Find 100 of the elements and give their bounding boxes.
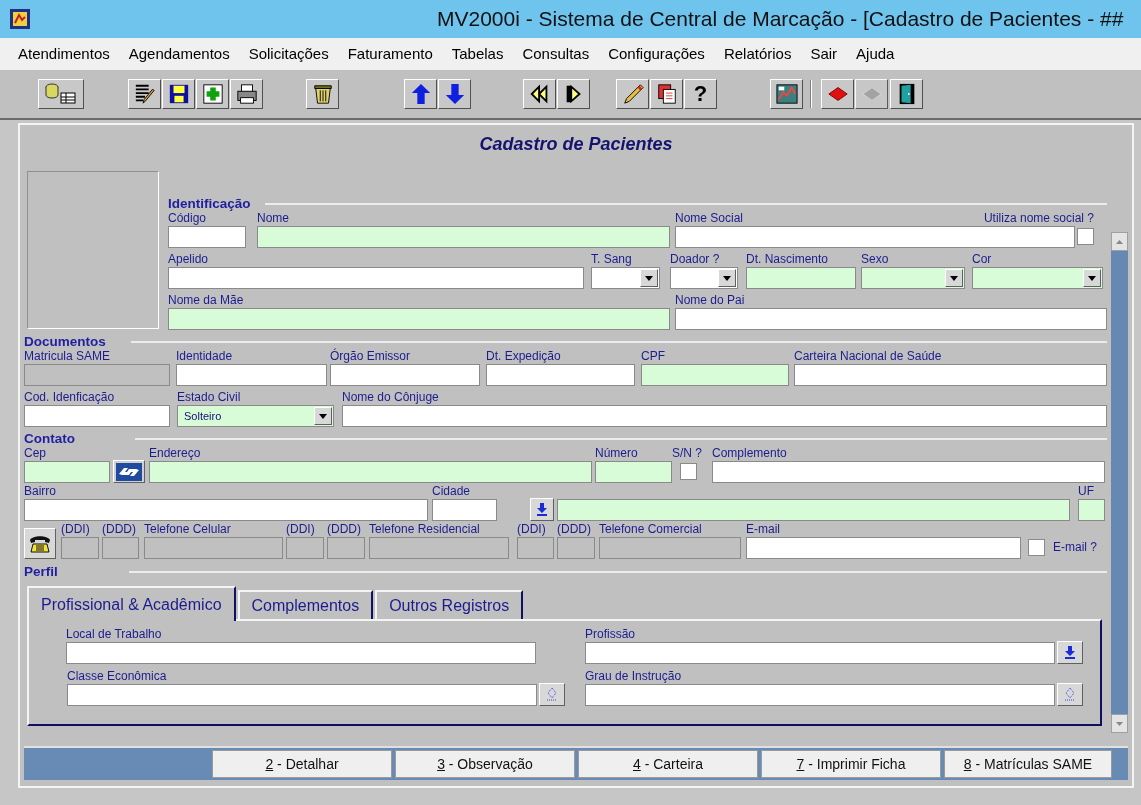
checkbox[interactable] xyxy=(1028,538,1045,556)
input-field[interactable] xyxy=(712,461,1105,483)
input-field[interactable] xyxy=(144,537,283,559)
input-field[interactable] xyxy=(327,537,365,559)
dropdown[interactable] xyxy=(591,267,660,289)
menu-item[interactable]: Faturamento xyxy=(341,42,439,66)
input-field[interactable] xyxy=(517,537,554,559)
input-field[interactable] xyxy=(61,537,99,559)
input-field[interactable] xyxy=(24,499,428,521)
field-label: Código xyxy=(168,211,207,226)
arrow-up-button[interactable] xyxy=(404,79,437,109)
input-field[interactable] xyxy=(432,499,497,521)
tab[interactable]: Outros Registros xyxy=(375,590,524,619)
input-field[interactable] xyxy=(257,226,670,248)
field-label: (DDI) xyxy=(61,522,90,537)
field-label: Telefone Residencial xyxy=(369,522,480,537)
scroll-down-button[interactable] xyxy=(1111,714,1128,733)
input-field[interactable] xyxy=(168,308,670,330)
input-field[interactable] xyxy=(342,405,1107,427)
lookup-button[interactable] xyxy=(1057,641,1083,664)
field-label: Dt. Nascimento xyxy=(746,252,829,267)
diamond-icon xyxy=(1065,688,1075,701)
add-button[interactable] xyxy=(196,79,229,109)
field-label: Cep xyxy=(24,446,46,461)
input-field[interactable] xyxy=(599,537,741,559)
menu-item[interactable]: Ajuda xyxy=(850,42,901,66)
caret-icon xyxy=(1088,275,1096,281)
input-field[interactable] xyxy=(675,226,1075,248)
pencil-icon xyxy=(621,83,644,105)
tab[interactable]: Profissional & Acadêmico xyxy=(27,586,236,621)
pencil-button[interactable] xyxy=(616,79,649,109)
menu-item[interactable]: Sair xyxy=(804,42,844,66)
action-button[interactable]: 2 - Detalhar xyxy=(212,750,392,778)
menu-item[interactable]: Tabelas xyxy=(445,42,510,66)
menu-item[interactable]: Relatórios xyxy=(717,42,798,66)
input-field[interactable] xyxy=(24,405,170,427)
down-arrow-icon xyxy=(1064,646,1076,659)
menu-item[interactable]: Configurações xyxy=(602,42,711,66)
action-button[interactable]: 7 - Imprimir Ficha xyxy=(761,750,941,778)
input-field[interactable] xyxy=(746,537,1021,559)
input-field[interactable] xyxy=(675,308,1107,330)
dropdown[interactable] xyxy=(861,267,965,289)
list-button[interactable] xyxy=(539,683,565,706)
menu-item[interactable]: Solicitações xyxy=(242,42,335,66)
copy-button[interactable] xyxy=(650,79,683,109)
input-field[interactable] xyxy=(557,537,595,559)
input-field[interactable] xyxy=(641,364,789,386)
input-field[interactable] xyxy=(149,461,592,483)
list-button[interactable] xyxy=(1057,683,1083,706)
diamond-button[interactable] xyxy=(821,79,854,109)
input-field[interactable] xyxy=(486,364,635,386)
input-field[interactable] xyxy=(168,226,246,248)
input-field[interactable] xyxy=(595,461,672,483)
previous-button[interactable] xyxy=(523,79,556,109)
input-field[interactable] xyxy=(102,537,139,559)
dropdown[interactable]: Solteiro xyxy=(177,405,334,427)
checkbox[interactable] xyxy=(1077,228,1094,245)
menu-item[interactable]: Atendimentos xyxy=(12,42,116,66)
dropdown[interactable] xyxy=(670,267,738,289)
print-button[interactable] xyxy=(230,79,263,109)
input-field[interactable] xyxy=(557,499,1070,521)
arrow-down-button[interactable] xyxy=(438,79,471,109)
tab[interactable]: Complementos xyxy=(237,590,374,619)
scroll-up-button[interactable] xyxy=(1111,232,1128,251)
input-field[interactable] xyxy=(66,642,536,664)
checkbox[interactable] xyxy=(680,463,697,480)
menu-item[interactable]: Agendamentos xyxy=(122,42,236,66)
input-field[interactable] xyxy=(330,364,480,386)
action-button[interactable]: 8 - Matrículas SAME xyxy=(944,750,1112,778)
door-button[interactable] xyxy=(890,79,923,109)
cep-search-button[interactable] xyxy=(113,460,145,483)
input-field[interactable] xyxy=(176,364,327,386)
help-button[interactable]: ? xyxy=(684,79,717,109)
trash-button[interactable] xyxy=(306,79,339,109)
chart-button[interactable] xyxy=(770,79,803,109)
input-field[interactable] xyxy=(168,267,584,289)
input-field[interactable] xyxy=(369,537,509,559)
save-button[interactable] xyxy=(162,79,195,109)
action-button[interactable]: 4 - Carteira xyxy=(578,750,758,778)
edit-list-button[interactable] xyxy=(128,79,161,109)
input-field[interactable] xyxy=(286,537,324,559)
scroll-thumb[interactable] xyxy=(1111,251,1128,714)
input-field[interactable] xyxy=(794,364,1107,386)
input-field[interactable] xyxy=(67,684,537,706)
input-field[interactable] xyxy=(24,364,170,386)
app-icon xyxy=(10,9,30,29)
dropdown[interactable] xyxy=(972,267,1103,289)
phone-button[interactable] xyxy=(24,528,56,559)
save-icon xyxy=(167,83,190,105)
menu-item[interactable]: Consultas xyxy=(516,42,596,66)
lookup-button[interactable] xyxy=(530,498,554,521)
input-field[interactable] xyxy=(24,461,110,483)
input-field[interactable] xyxy=(1078,499,1105,521)
action-button[interactable]: 3 - Observação xyxy=(395,750,575,778)
next-button[interactable] xyxy=(557,79,590,109)
database-table-button[interactable] xyxy=(38,79,84,109)
input-field[interactable] xyxy=(585,642,1055,664)
input-field[interactable] xyxy=(585,684,1055,706)
input-field[interactable] xyxy=(746,267,856,289)
field-label: Grau de Instrução xyxy=(585,669,682,684)
